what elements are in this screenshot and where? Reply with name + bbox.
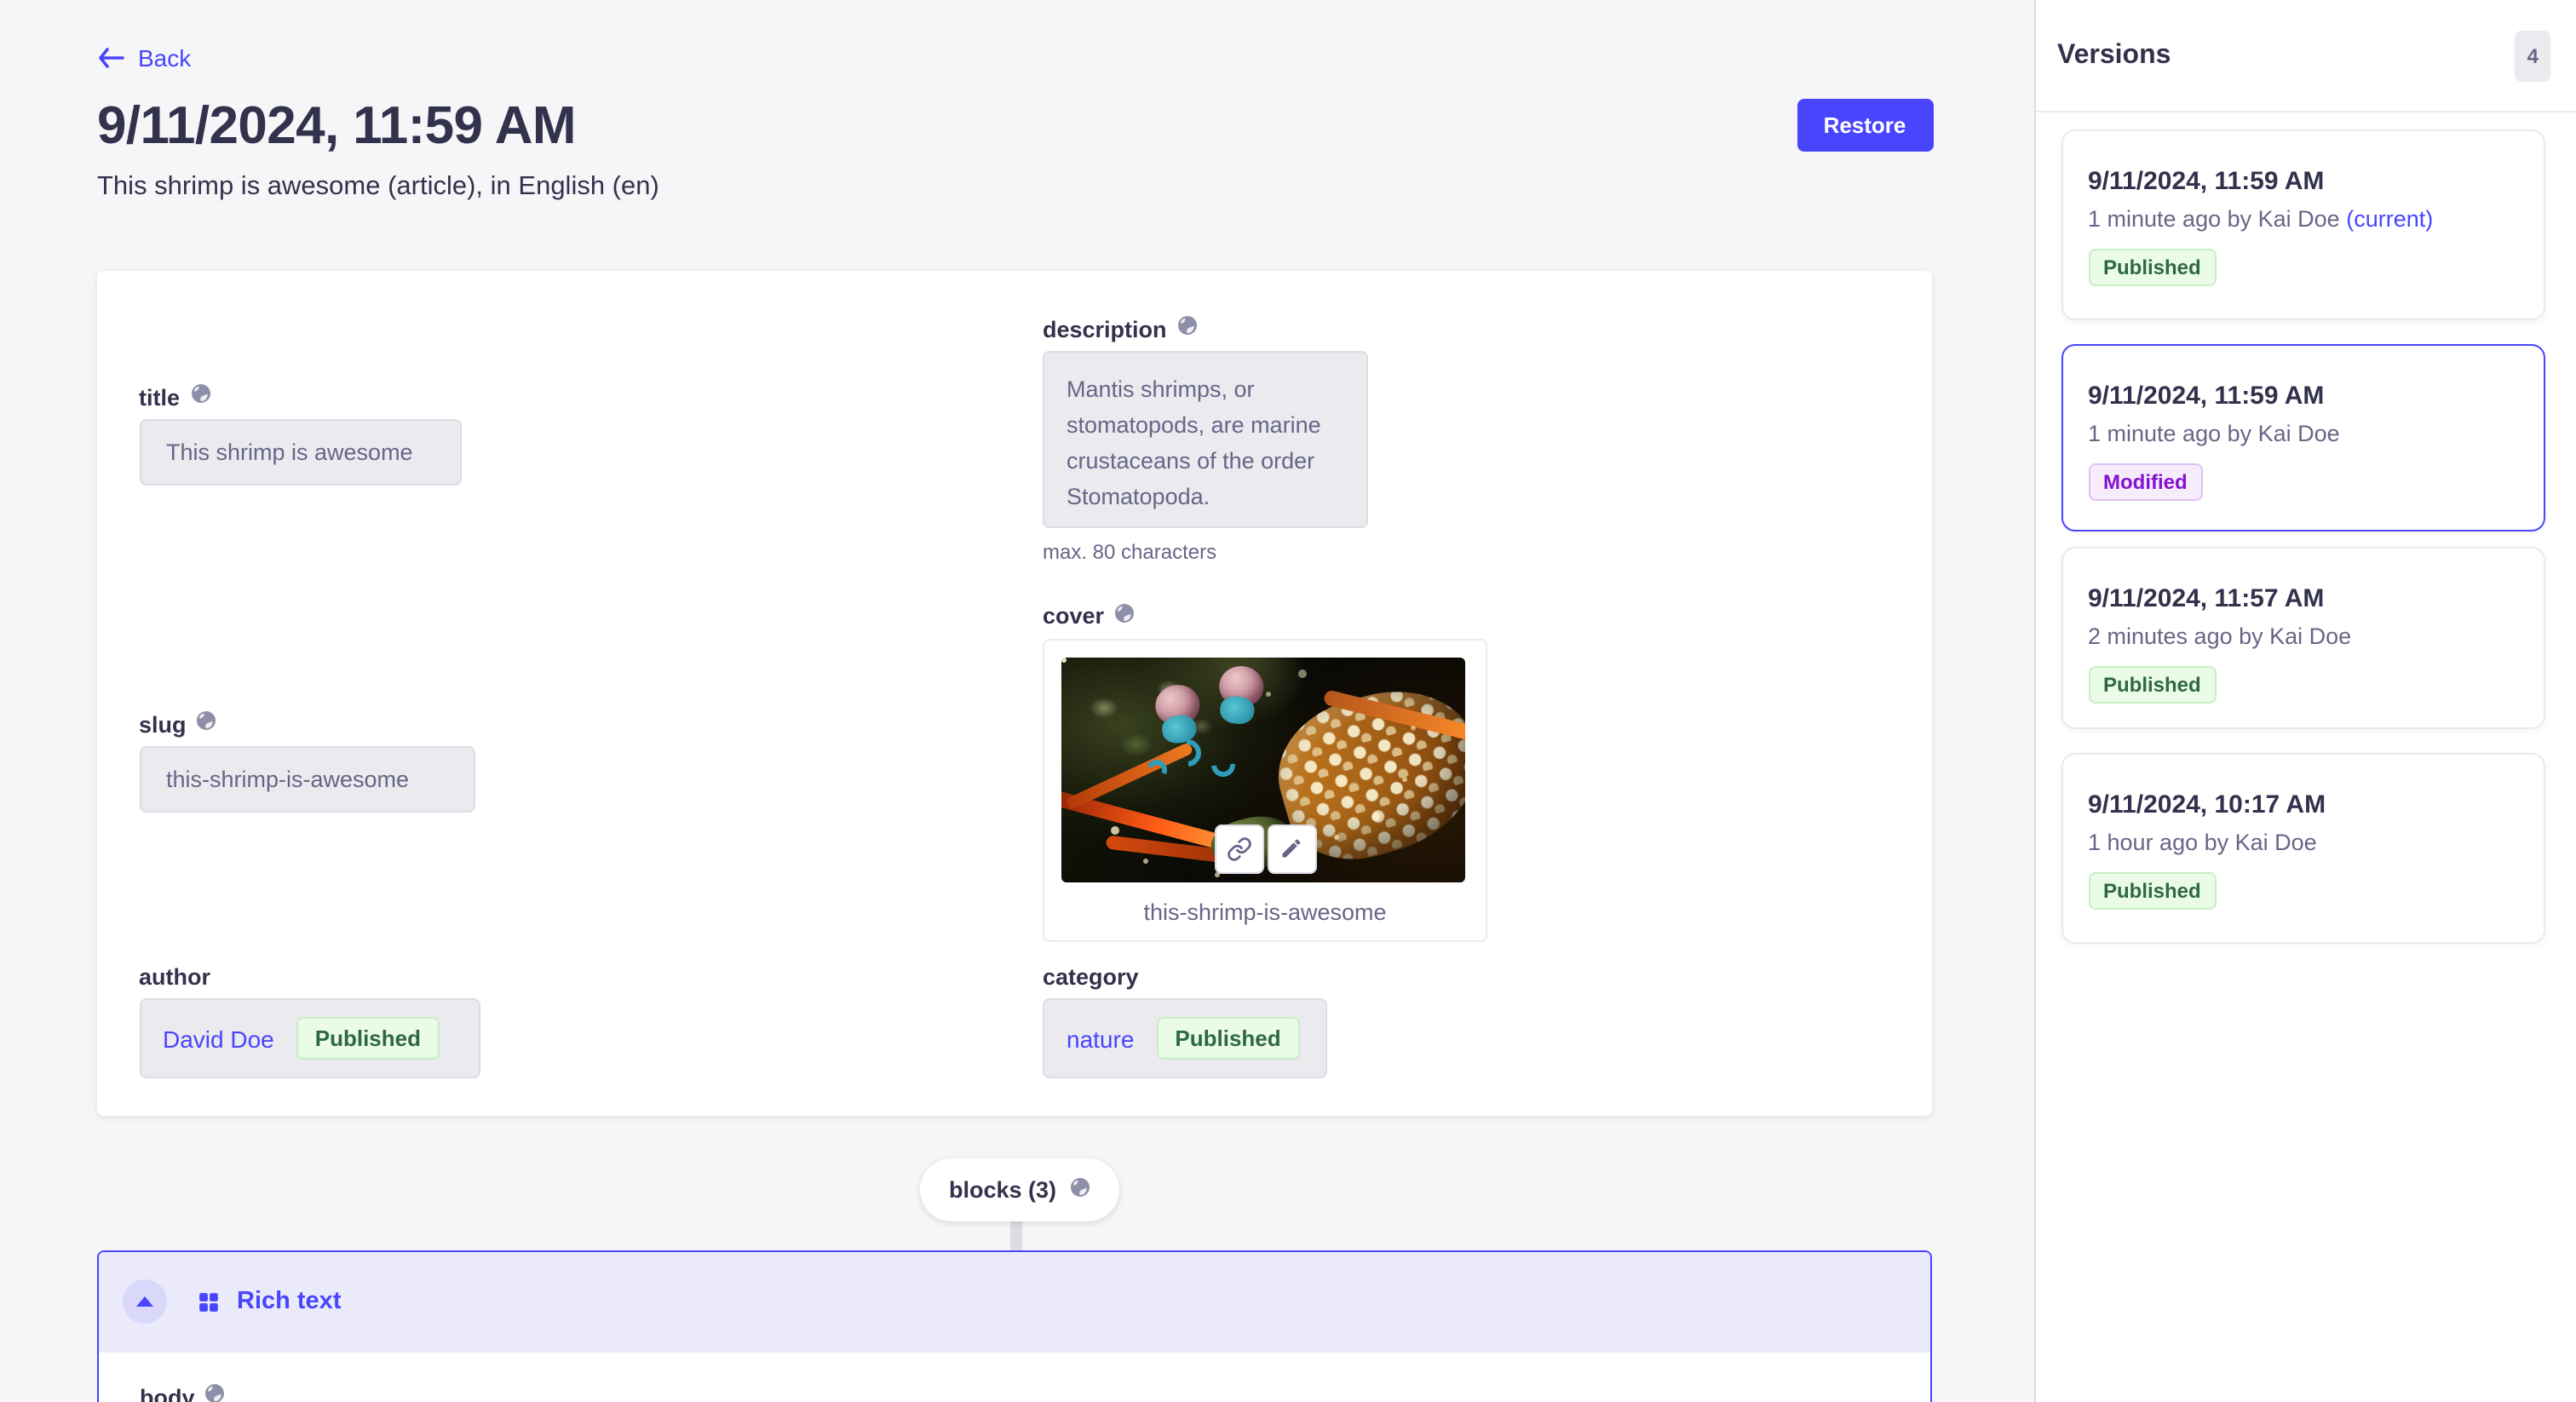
localized-globe-icon: [1070, 1177, 1090, 1203]
localized-globe-icon: [197, 709, 217, 739]
version-date: 9/11/2024, 11:59 AM: [2088, 167, 2517, 196]
pencil-icon: [1279, 836, 1303, 860]
back-link[interactable]: Back: [97, 44, 191, 72]
version-meta-text: 1 hour ago by Kai Doe: [2088, 829, 2317, 854]
category-field: category nature Published: [1043, 962, 1327, 1078]
localized-globe-icon: [1177, 313, 1198, 344]
version-status-badge: Published: [2088, 249, 2217, 286]
author-status-badge: Published: [296, 1017, 440, 1060]
version-date: 9/11/2024, 10:17 AM: [2088, 790, 2517, 819]
blocks-pill-label: blocks (3): [949, 1177, 1056, 1203]
link-icon: [1226, 836, 1251, 861]
description-field: description Mantis shrimps, or stomatopo…: [1043, 315, 1368, 564]
cover-field: cover: [1043, 602, 1487, 941]
version-date: 9/11/2024, 11:59 AM: [2088, 381, 2517, 410]
blocks-field-pill[interactable]: blocks (3): [920, 1158, 1119, 1221]
author-field-label: author: [139, 963, 210, 989]
author-relation-box: David Doe Published: [139, 998, 480, 1078]
version-status-badge: Published: [2088, 665, 2217, 703]
version-status-badge: Modified: [2088, 463, 2203, 500]
edit-media-button[interactable]: [1267, 824, 1316, 873]
localized-globe-icon: [1114, 600, 1135, 631]
rich-text-block: Rich text body: [97, 1250, 1932, 1402]
title-field-label: title: [139, 384, 180, 410]
cover-filename: this-shrimp-is-awesome: [1044, 899, 1486, 924]
slug-input: this-shrimp-is-awesome: [139, 746, 474, 812]
copy-link-button[interactable]: [1214, 824, 1263, 873]
slug-field-label: slug: [139, 711, 187, 737]
chevron-up-icon: [136, 1296, 153, 1307]
category-relation-link[interactable]: nature: [1067, 1025, 1134, 1052]
slug-field: slug this-shrimp-is-awesome: [139, 710, 474, 812]
category-status-badge: Published: [1156, 1017, 1299, 1060]
version-card[interactable]: 9/11/2024, 11:59 AM 1 minute ago by Kai …: [2061, 343, 2544, 531]
main-content: Back 9/11/2024, 11:59 AM This shrimp is …: [0, 0, 2033, 1402]
version-meta: 1 hour ago by Kai Doe: [2088, 829, 2517, 854]
category-field-label: category: [1043, 963, 1139, 989]
entry-form-card: title This shrimp is awesome slug this-s…: [97, 271, 1932, 1116]
back-arrow-icon: [97, 48, 124, 68]
restore-button[interactable]: Restore: [1797, 98, 1933, 152]
version-meta-text: 2 minutes ago by Kai Doe: [2088, 623, 2351, 648]
rich-text-block-header[interactable]: Rich text: [99, 1251, 1930, 1352]
category-relation-box: nature Published: [1043, 998, 1327, 1078]
version-card[interactable]: 9/11/2024, 11:57 AM 2 minutes ago by Kai…: [2061, 546, 2544, 728]
versions-sidebar: Versions 4 9/11/2024, 11:59 AM 1 minute …: [2033, 0, 2576, 1402]
body-field-label-row: body: [140, 1382, 226, 1402]
cover-field-label: cover: [1043, 603, 1104, 629]
versions-sidebar-header: Versions 4: [2035, 0, 2576, 112]
version-date: 9/11/2024, 11:57 AM: [2088, 583, 2517, 612]
version-meta: 1 minute ago by Kai Doe: [2088, 420, 2517, 445]
version-card[interactable]: 9/11/2024, 11:59 AM 1 minute ago by Kai …: [2061, 129, 2544, 320]
title-input: This shrimp is awesome: [139, 419, 461, 486]
cover-media-card: this-shrimp-is-awesome: [1043, 638, 1487, 941]
title-field: title This shrimp is awesome: [139, 383, 461, 486]
page-subtitle: This shrimp is awesome (article), in Eng…: [97, 172, 659, 203]
versions-title: Versions: [2057, 40, 2171, 71]
body-field-label: body: [140, 1384, 195, 1402]
version-history-page: Back 9/11/2024, 11:59 AM This shrimp is …: [0, 0, 2576, 1402]
version-card[interactable]: 9/11/2024, 10:17 AM 1 hour ago by Kai Do…: [2061, 752, 2544, 943]
page-title: 9/11/2024, 11:59 AM: [97, 95, 576, 157]
version-status-badge: Published: [2088, 871, 2217, 909]
versions-count-badge: 4: [2516, 30, 2550, 81]
localized-globe-icon: [205, 1382, 226, 1402]
rich-text-block-title: Rich text: [237, 1288, 342, 1315]
localized-globe-icon: [190, 382, 210, 412]
description-textarea: Mantis shrimps, or stomatopods, are mari…: [1043, 351, 1368, 528]
description-hint: max. 80 characters: [1043, 540, 1368, 564]
author-relation-link[interactable]: David Doe: [163, 1025, 274, 1052]
current-indicator: (current): [2346, 206, 2433, 232]
collapse-button[interactable]: [123, 1279, 167, 1324]
version-meta: 2 minutes ago by Kai Doe: [2088, 623, 2517, 648]
back-label: Back: [138, 44, 191, 72]
author-field: author David Doe Published: [139, 962, 480, 1078]
version-meta: 1 minute ago by Kai Doe (current): [2088, 206, 2517, 232]
component-grid-icon: [198, 1290, 220, 1313]
description-field-label: description: [1043, 316, 1167, 342]
version-meta-text: 1 minute ago by Kai Doe: [2088, 206, 2340, 232]
blocks-connector: [1009, 1216, 1022, 1250]
version-meta-text: 1 minute ago by Kai Doe: [2088, 420, 2340, 445]
